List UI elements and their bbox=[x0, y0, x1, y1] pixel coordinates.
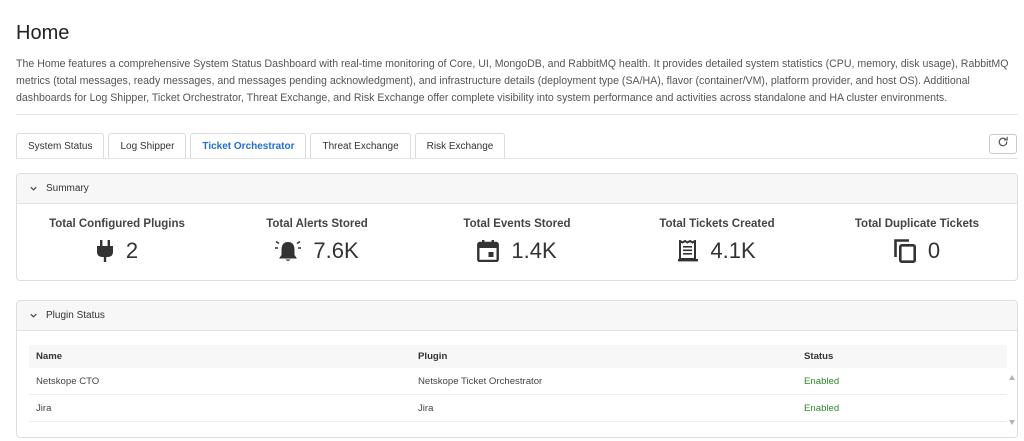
plugin-status-panel: Plugin Status Name Plugin Status Netskop… bbox=[16, 300, 1018, 438]
header-divider bbox=[16, 114, 1018, 115]
status-badge: Enabled bbox=[804, 402, 840, 414]
scroll-down-icon[interactable] bbox=[1009, 420, 1015, 425]
calendar-icon bbox=[477, 240, 500, 262]
column-header-status[interactable]: Status bbox=[804, 351, 1007, 362]
stat-label: Total Duplicate Tickets bbox=[854, 218, 980, 230]
tab-threat-exchange[interactable]: Threat Exchange bbox=[310, 133, 411, 159]
stat-alerts-stored: Total Alerts Stored 7.6K bbox=[217, 204, 417, 280]
refresh-icon bbox=[997, 135, 1009, 153]
stat-value: 0 bbox=[927, 238, 941, 263]
tab-risk-exchange[interactable]: Risk Exchange bbox=[414, 133, 506, 159]
scroll-up-icon[interactable] bbox=[1009, 375, 1015, 380]
status-badge: Enabled bbox=[804, 375, 840, 387]
stat-label: Total Events Stored bbox=[463, 218, 571, 230]
column-header-name[interactable]: Name bbox=[29, 351, 418, 362]
summary-stats: Total Configured Plugins 2 Total Alerts … bbox=[17, 204, 1017, 280]
page-title: Home bbox=[16, 22, 70, 44]
tab-baseline bbox=[16, 158, 1018, 159]
alarm-bell-icon bbox=[275, 240, 302, 262]
refresh-button[interactable] bbox=[989, 134, 1017, 154]
stat-label: Total Tickets Created bbox=[659, 218, 775, 230]
tab-system-status[interactable]: System Status bbox=[16, 133, 105, 159]
stat-value: 4.1K bbox=[710, 238, 756, 263]
page-description: The Home features a comprehensive System… bbox=[16, 58, 1009, 104]
stat-label: Total Configured Plugins bbox=[49, 218, 185, 230]
stat-tickets-created: Total Tickets Created 4.1K bbox=[617, 204, 817, 280]
table-row[interactable]: Jira Jira Enabled bbox=[29, 395, 1007, 422]
summary-header[interactable]: Summary bbox=[17, 174, 1017, 204]
summary-title: Summary bbox=[46, 183, 89, 194]
table-scrollbar[interactable] bbox=[1007, 369, 1017, 429]
receipt-icon bbox=[678, 240, 699, 262]
tab-ticket-orchestrator[interactable]: Ticket Orchestrator bbox=[190, 133, 307, 159]
cell-plugin: Netskope Ticket Orchestrator bbox=[418, 375, 543, 387]
table-header: Name Plugin Status bbox=[29, 345, 1007, 368]
cell-name: Jira bbox=[36, 402, 52, 414]
cell-name: Netskope CTO bbox=[36, 375, 100, 387]
plugin-status-table: Name Plugin Status Netskope CTO Netskope… bbox=[29, 345, 1015, 425]
summary-panel: Summary Total Configured Plugins 2 Total… bbox=[16, 173, 1018, 281]
stat-label: Total Alerts Stored bbox=[266, 218, 368, 230]
stat-configured-plugins: Total Configured Plugins 2 bbox=[17, 204, 217, 280]
plugin-status-title: Plugin Status bbox=[46, 310, 105, 321]
stat-value: 1.4K bbox=[511, 238, 557, 263]
column-header-plugin[interactable]: Plugin bbox=[418, 351, 804, 362]
copy-icon bbox=[894, 239, 916, 263]
stat-value: 2 bbox=[125, 238, 139, 263]
chevron-down-icon bbox=[29, 311, 38, 320]
table-row[interactable]: Netskope CTO Netskope Ticket Orchestrato… bbox=[29, 368, 1007, 395]
dashboard-tabs: System Status Log Shipper Ticket Orchest… bbox=[16, 133, 506, 159]
tab-log-shipper[interactable]: Log Shipper bbox=[108, 133, 187, 159]
chevron-down-icon bbox=[29, 184, 38, 193]
plugin-status-header[interactable]: Plugin Status bbox=[17, 301, 1017, 331]
cell-plugin: Jira bbox=[418, 402, 434, 414]
stat-events-stored: Total Events Stored 1.4K bbox=[417, 204, 617, 280]
stat-value: 7.6K bbox=[313, 238, 359, 263]
plug-icon bbox=[96, 240, 114, 262]
stat-duplicate-tickets: Total Duplicate Tickets 0 bbox=[817, 204, 1017, 280]
